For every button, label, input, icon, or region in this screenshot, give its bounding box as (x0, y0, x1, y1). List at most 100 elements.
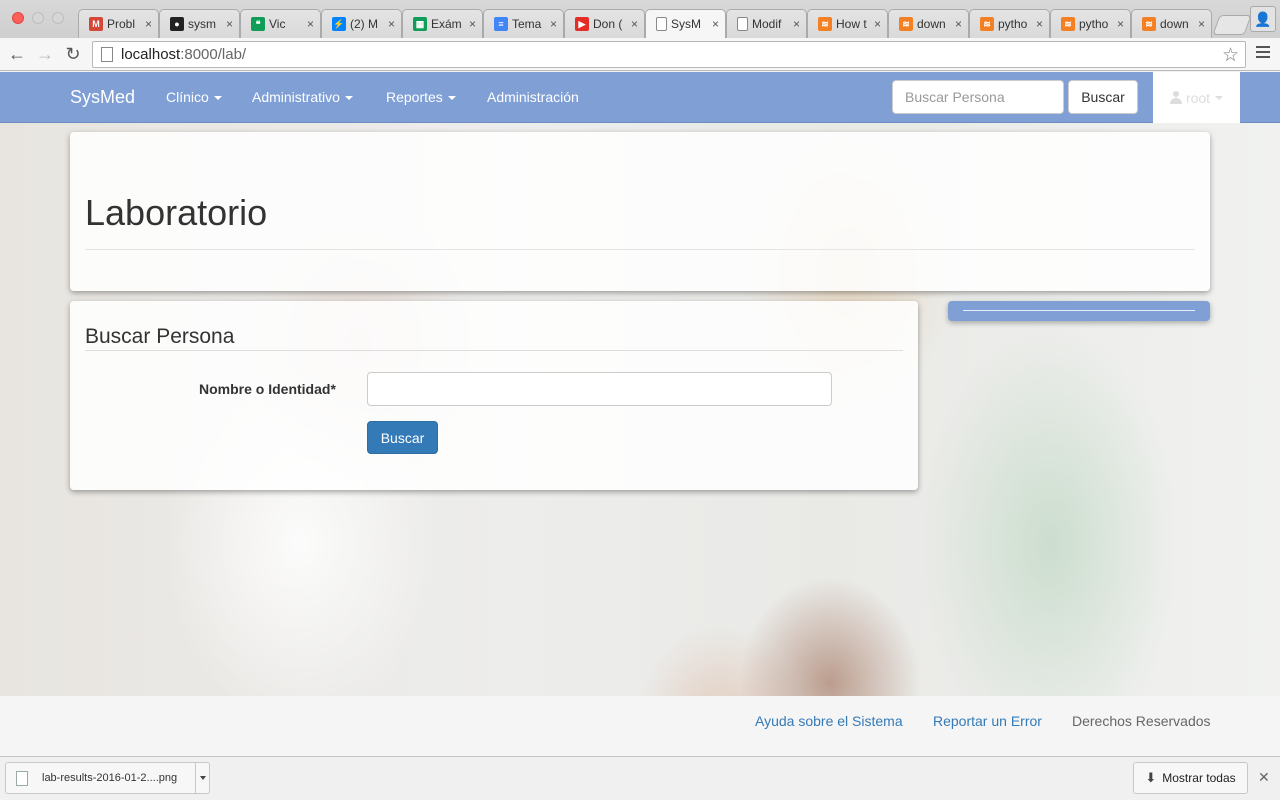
gmail-icon: M (89, 17, 103, 31)
tab-title: down (917, 17, 946, 31)
navbar-search-button[interactable]: Buscar (1068, 80, 1138, 114)
chevron-down-icon (199, 776, 206, 780)
chevron-down-icon (447, 96, 456, 101)
browser-tab[interactable]: ≋ pytho × (1050, 9, 1131, 38)
nav-clinico[interactable]: Clínico (166, 89, 222, 105)
divider (85, 350, 903, 351)
close-tab-icon[interactable]: × (550, 17, 557, 31)
user-name: root (1185, 89, 1211, 106)
minimize-window-button[interactable] (32, 12, 44, 24)
close-window-button[interactable] (12, 12, 24, 24)
close-tab-icon[interactable]: × (307, 17, 314, 31)
user-menu[interactable]: root (1153, 72, 1240, 123)
page-icon (737, 17, 748, 31)
stackoverflow-icon: ≋ (980, 17, 994, 31)
page-header-card: Laboratorio (70, 132, 1210, 291)
show-all-label: Mostrar todas (1162, 771, 1236, 785)
tab-title: Exám (431, 17, 462, 31)
user-icon (1169, 91, 1182, 104)
search-person-form: Buscar Persona Nombre o Identidad* Busca… (70, 301, 918, 490)
download-options-button[interactable] (195, 763, 209, 793)
zoom-window-button[interactable] (52, 12, 64, 24)
browser-tab[interactable]: ≋ down × (1131, 9, 1212, 38)
nav-administracion[interactable]: Administración (487, 89, 579, 105)
close-tab-icon[interactable]: × (145, 17, 152, 31)
tab-title: Probl (107, 17, 136, 31)
tab-title: Modif (752, 17, 782, 31)
search-submit-button[interactable]: Buscar (367, 421, 438, 454)
nav-administrativo[interactable]: Administrativo (252, 89, 353, 105)
sheets-icon: ▦ (413, 17, 427, 31)
url-host: localhost (121, 46, 181, 63)
tab-title: Vic (269, 17, 286, 31)
help-link[interactable]: Ayuda sobre el Sistema (755, 713, 903, 729)
address-bar[interactable]: localhost:8000/lab/ ☆ (92, 41, 1246, 68)
close-tab-icon[interactable]: × (955, 17, 962, 31)
bookmark-star-icon[interactable]: ☆ (1222, 44, 1239, 67)
close-tab-icon[interactable]: × (1117, 17, 1124, 31)
tab-title: Tema (512, 17, 542, 31)
forward-icon[interactable]: → (34, 43, 56, 65)
browser-tab[interactable]: M Probl × (78, 9, 159, 38)
browser-toolbar: ← → ↻ localhost:8000/lab/ ☆ (0, 38, 1280, 71)
nav-reportes[interactable]: Reportes (386, 89, 456, 105)
browser-tab[interactable]: ● sysm × (159, 9, 240, 38)
close-tab-icon[interactable]: × (1198, 17, 1205, 31)
back-icon[interactable]: ← (6, 43, 28, 65)
browser-tab[interactable]: ▦ Exám × (402, 9, 483, 38)
close-tab-icon[interactable]: × (469, 17, 476, 31)
tab-title: pytho (1079, 17, 1109, 31)
profile-icon[interactable]: 👤 (1250, 6, 1276, 32)
messenger-icon: ⚡ (332, 17, 346, 31)
page-title: Laboratorio (85, 192, 268, 233)
youtube-icon: ▶ (575, 17, 589, 31)
browser-tab[interactable]: ≡ Tema × (483, 9, 564, 38)
report-error-link[interactable]: Reportar un Error (933, 713, 1042, 729)
name-id-label: Nombre o Identidad* (199, 381, 336, 397)
stackoverflow-icon: ≋ (1061, 17, 1075, 31)
download-filename: lab-results-2016-01-2....png (42, 772, 178, 784)
close-tab-icon[interactable]: × (1036, 17, 1043, 31)
stackoverflow-icon: ≋ (1142, 17, 1156, 31)
browser-tab[interactable]: ≋ down × (888, 9, 969, 38)
close-tab-icon[interactable]: × (712, 17, 719, 31)
name-id-input[interactable] (367, 372, 832, 406)
close-tab-icon[interactable]: × (226, 17, 233, 31)
browser-tab[interactable]: ⚡ (2) M × (321, 9, 402, 38)
reload-icon[interactable]: ↻ (62, 43, 84, 65)
web-page: SysMed Clínico Administrativo Reportes A… (0, 72, 1280, 756)
close-shelf-icon[interactable]: ✕ (1258, 769, 1270, 786)
navbar-search-input[interactable] (892, 80, 1064, 114)
url-path: :8000/lab/ (180, 46, 247, 63)
close-tab-icon[interactable]: × (793, 17, 800, 31)
close-tab-icon[interactable]: × (631, 17, 638, 31)
page-icon (101, 47, 113, 62)
show-all-downloads-button[interactable]: ⬇ Mostrar todas (1133, 762, 1248, 794)
tab-title: pytho (998, 17, 1028, 31)
download-item[interactable]: lab-results-2016-01-2....png (5, 762, 210, 794)
browser-tab[interactable]: ❝ Vic × (240, 9, 321, 38)
download-icon: ⬇ (1145, 770, 1157, 785)
form-heading: Buscar Persona (85, 325, 235, 348)
close-tab-icon[interactable]: × (874, 17, 881, 31)
browser-tab[interactable]: SysM × (645, 9, 726, 38)
tab-title: Don ( (593, 17, 623, 31)
browser-tab[interactable]: ≋ How t × (807, 9, 888, 38)
browser-tab[interactable]: Modif × (726, 9, 807, 38)
chevron-down-icon (1215, 95, 1224, 100)
close-tab-icon[interactable]: × (388, 17, 395, 31)
chevron-down-icon (213, 96, 222, 101)
divider (963, 310, 1195, 311)
docs-icon: ≡ (494, 17, 508, 31)
browser-menu-icon[interactable] (1256, 46, 1270, 61)
browser-tab[interactable]: ≋ pytho × (969, 9, 1050, 38)
side-panel (948, 301, 1210, 321)
copyright-text: Derechos Reservados (1072, 713, 1211, 729)
browser-tab[interactable]: ▶ Don ( × (564, 9, 645, 38)
file-icon (16, 771, 28, 786)
new-tab-button[interactable] (1212, 15, 1252, 35)
brand-link[interactable]: SysMed (70, 87, 135, 108)
tab-title: sysm (188, 17, 216, 31)
nav-administrativo-label: Administrativo (252, 89, 340, 105)
nav-reportes-label: Reportes (386, 89, 443, 105)
